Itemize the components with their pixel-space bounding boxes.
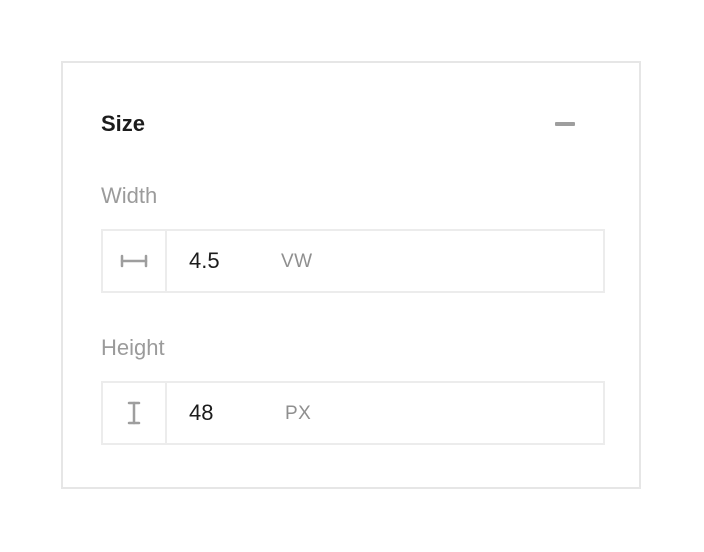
- width-value-input[interactable]: [189, 245, 269, 277]
- width-field[interactable]: VW: [101, 229, 605, 293]
- height-field[interactable]: PX: [101, 381, 605, 445]
- height-icon: [103, 383, 167, 443]
- height-value-input[interactable]: [189, 397, 269, 429]
- height-label: Height: [101, 335, 165, 360]
- collapse-button[interactable]: [543, 111, 585, 137]
- width-unit[interactable]: VW: [281, 251, 313, 273]
- size-panel: Size Width VW Height PX: [61, 61, 641, 489]
- panel-title: Size: [101, 111, 146, 136]
- width-icon: [103, 231, 167, 291]
- width-label: Width: [101, 183, 158, 208]
- height-unit[interactable]: PX: [285, 403, 311, 425]
- minus-icon: [555, 122, 575, 126]
